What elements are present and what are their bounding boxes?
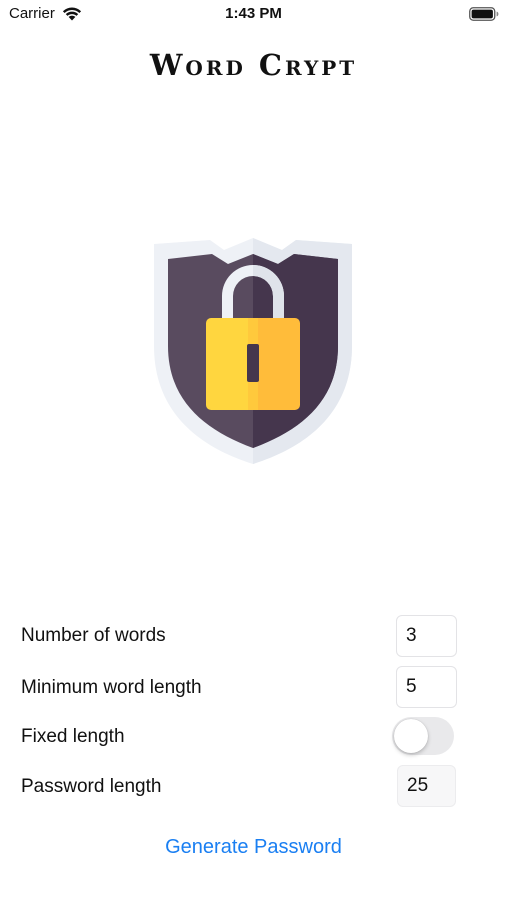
password-length-label: Password length <box>21 776 162 797</box>
app-title: Word Crypt <box>149 48 358 82</box>
fixed-length-label: Fixed length <box>21 726 125 747</box>
minimum-word-length-label: Minimum word length <box>21 677 202 698</box>
status-bar: Carrier 1:43 PM <box>0 0 507 28</box>
generate-password-button[interactable]: Generate Password <box>0 836 507 859</box>
toggle-knob <box>394 719 428 753</box>
number-of-words-label: Number of words <box>21 625 166 646</box>
shield-padlock-icon <box>154 238 352 464</box>
number-of-words-field[interactable] <box>396 615 457 657</box>
status-time: 1:43 PM <box>225 5 282 22</box>
minimum-word-length-field[interactable] <box>396 666 457 708</box>
battery-full-icon <box>469 7 499 21</box>
password-length-field[interactable] <box>397 765 456 807</box>
fixed-length-toggle[interactable] <box>392 717 454 755</box>
